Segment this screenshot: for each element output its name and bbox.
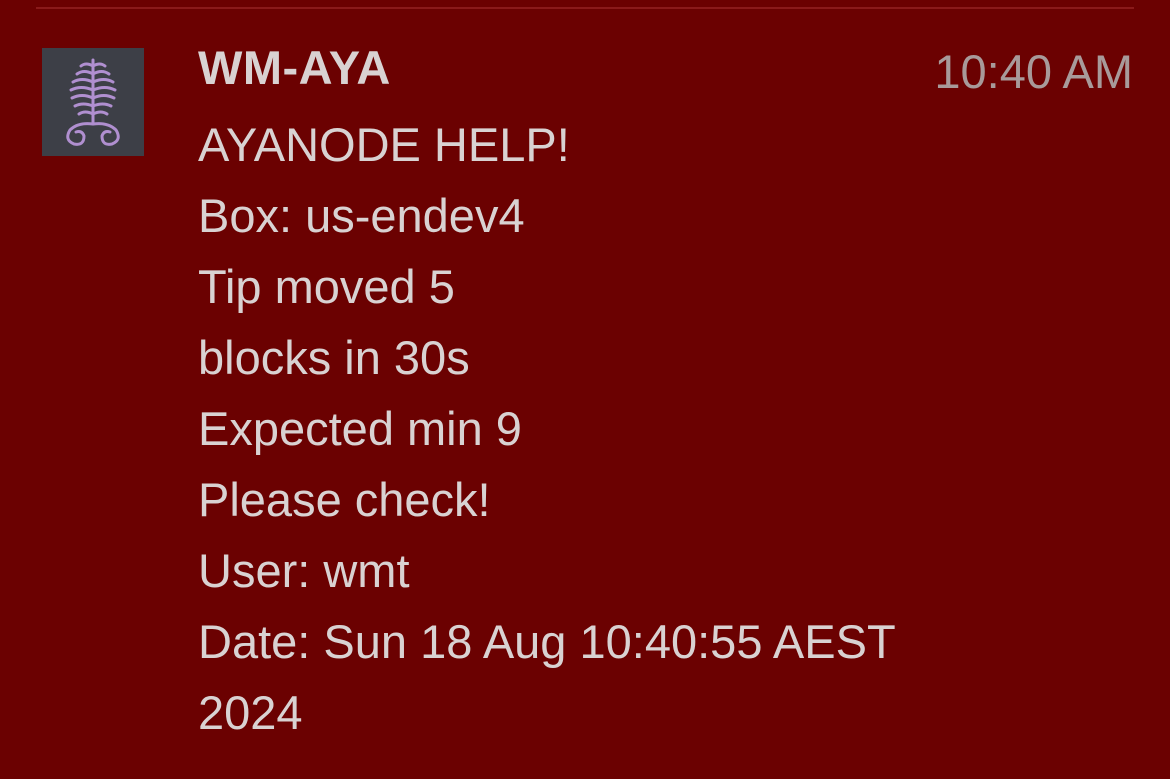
timestamp: 10:40 AM [934, 45, 1133, 98]
message-line: AYANODE HELP! [198, 118, 570, 171]
fern-logo-icon [66, 58, 120, 146]
message-line: User: wmt [198, 544, 410, 597]
message-line: Date: Sun 18 Aug 10:40:55 AEST [198, 615, 896, 668]
notification-card[interactable]: WM-AYA 10:40 AM AYANODE HELP! Box: us-en… [0, 0, 1170, 779]
message-line: Please check! [198, 473, 491, 526]
message-line: blocks in 30s [198, 331, 470, 384]
sender-name: WM-AYA [198, 41, 391, 94]
message-line: Tip moved 5 [198, 260, 455, 313]
message-line: 2024 [198, 686, 303, 739]
message-body: AYANODE HELP! Box: us-endev4 Tip moved 5… [198, 109, 1138, 748]
message-line: Box: us-endev4 [198, 189, 525, 242]
message-line: Expected min 9 [198, 402, 522, 455]
avatar [42, 48, 144, 156]
